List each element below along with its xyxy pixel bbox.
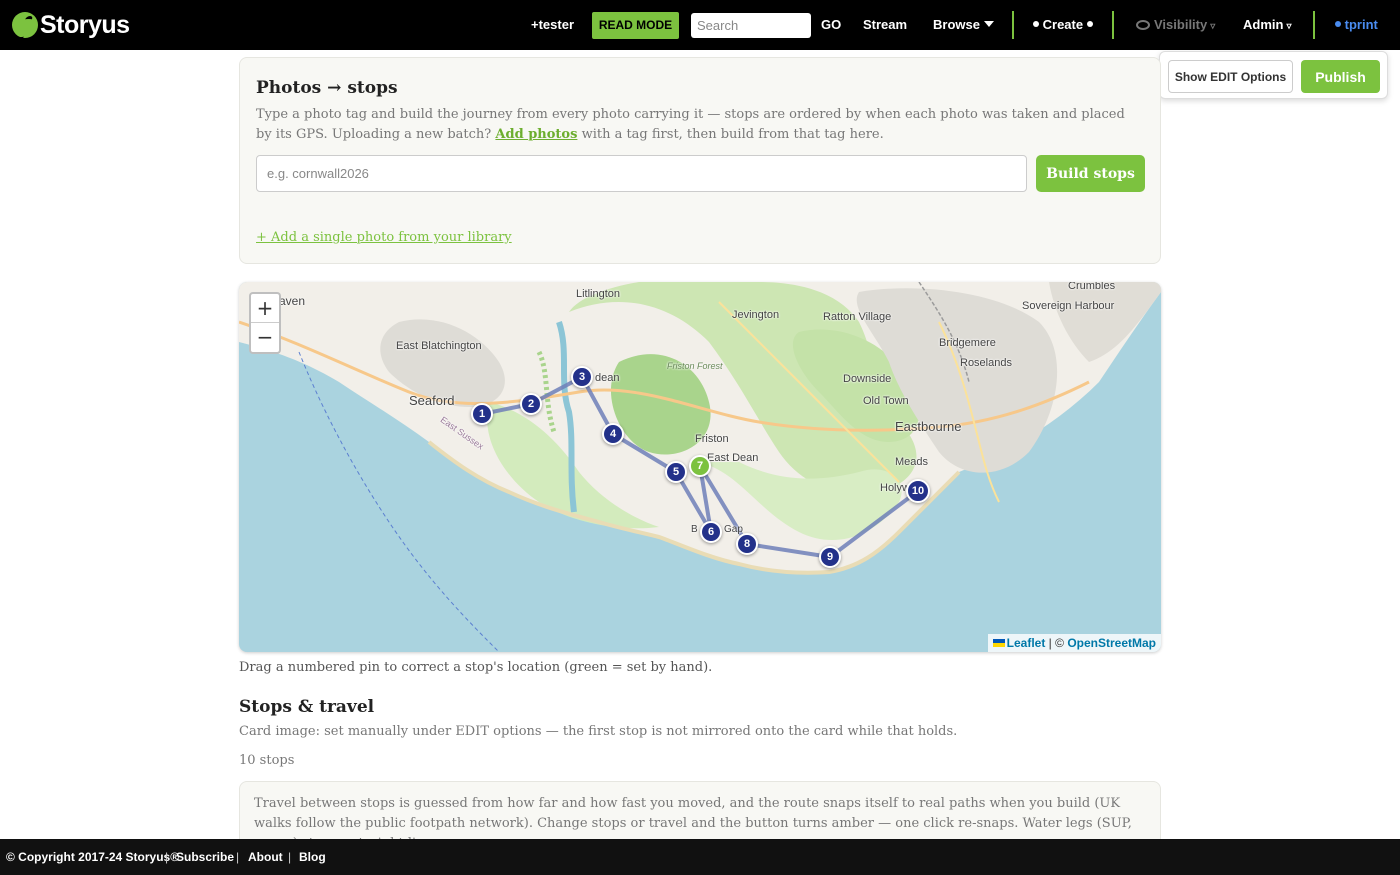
top-navbar: Storyus +tester READ MODE GO Stream Brow…	[0, 0, 1400, 50]
stop-pin[interactable]: 8	[736, 533, 758, 555]
stream-link[interactable]: Stream	[863, 0, 907, 50]
triangle-down-icon: ▿	[1286, 21, 1292, 32]
search-input[interactable]	[691, 13, 811, 38]
stop-pin[interactable]: 6	[700, 521, 722, 543]
stops-travel-title: Stops & travel	[239, 697, 375, 717]
storyus-logo[interactable]: Storyus	[12, 11, 130, 39]
show-edit-options-button[interactable]: Show EDIT Options	[1168, 60, 1293, 93]
blog-link[interactable]: Blog	[299, 839, 326, 875]
map-label-friston-forest: Friston Forest	[667, 361, 723, 371]
photos-to-stops-card: Photos → stops Type a photo tag and buil…	[239, 57, 1161, 264]
route-map[interactable]: aven Litlington Jevington Ratton Village…	[239, 282, 1161, 652]
map-label-old-town: Old Town	[863, 395, 909, 407]
map-label-birling: B	[691, 524, 698, 535]
map-label-roselands: Roselands	[960, 357, 1012, 369]
go-button[interactable]: GO	[821, 0, 841, 50]
stop-pin[interactable]: 9	[819, 546, 841, 568]
attribution-separator: | ©	[1048, 636, 1064, 650]
ukraine-flag-icon	[992, 639, 1005, 647]
map-label-meads: Meads	[895, 456, 929, 468]
admin-label: Admin	[1243, 17, 1284, 32]
openstreetmap-link[interactable]: OpenStreetMap	[1067, 636, 1156, 650]
map-label-gap: Gap	[724, 524, 743, 535]
map-label-ratton-village: Ratton Village	[823, 311, 892, 323]
add-single-photo-link[interactable]: + Add a single photo from your library	[256, 230, 512, 245]
add-photos-link[interactable]: Add photos	[495, 127, 577, 142]
map-attribution: Leaflet | © OpenStreetMap	[987, 634, 1161, 652]
triangle-down-icon: ▿	[1210, 21, 1216, 32]
photo-tag-input[interactable]	[256, 155, 1027, 192]
eye-icon	[1136, 20, 1150, 30]
nav-divider	[1012, 11, 1014, 39]
browse-label: Browse	[933, 17, 980, 32]
copyright-text: © Copyright 2017-24 Storyus®	[6, 850, 180, 864]
nav-divider	[1313, 11, 1315, 39]
stops-count: 10 stops	[239, 753, 295, 768]
nav-divider	[1112, 11, 1114, 39]
map-label-seaford: Seaford	[409, 393, 455, 408]
map-label-east-dean: East Dean	[707, 452, 759, 464]
edit-options-panel: Show EDIT Options Publish	[1159, 51, 1388, 99]
online-dot-icon	[1335, 21, 1341, 27]
map-label-downside: Downside	[843, 373, 892, 385]
logo-text: Storyus	[40, 10, 130, 39]
map-label-jevington: Jevington	[732, 309, 780, 321]
dot-icon	[1033, 21, 1039, 27]
admin-menu[interactable]: Admin ▿	[1243, 0, 1291, 50]
stop-pin[interactable]: 5	[665, 461, 687, 483]
stop-pin[interactable]: 2	[520, 393, 542, 415]
stop-pin-manual[interactable]: 7	[689, 455, 711, 477]
user-tag-link[interactable]: +tester	[531, 0, 574, 50]
map-label-dean: dean	[595, 372, 620, 384]
map-label-litlington: Litlington	[576, 288, 621, 300]
visibility-menu[interactable]: Visibility ▿	[1136, 0, 1215, 50]
stop-pin[interactable]: 3	[571, 366, 593, 388]
map-label-crumbles: Crumbles	[1068, 282, 1116, 292]
footer-separator: |	[165, 850, 169, 864]
map-label-haven: aven	[279, 294, 306, 308]
footer: © Copyright 2017-24 Storyus® | Subscribe…	[0, 839, 1400, 875]
about-link[interactable]: About	[248, 839, 283, 875]
user-label: tprint	[1344, 17, 1378, 32]
subscribe-link[interactable]: Subscribe	[176, 839, 234, 875]
map-label-east-blatchington: East Blatchington	[396, 340, 482, 352]
drag-pin-hint: Drag a numbered pin to correct a stop's …	[239, 660, 713, 675]
footer-separator: |	[288, 850, 292, 864]
leaflet-link[interactable]: Leaflet	[1007, 636, 1046, 650]
zoom-out-button[interactable]: −	[251, 323, 279, 352]
logo-leaf-icon	[12, 12, 38, 38]
chevron-down-icon	[983, 21, 994, 27]
map-label-bridgemere: Bridgemere	[939, 337, 996, 349]
build-stops-button[interactable]: Build stops	[1036, 155, 1145, 192]
stop-pin[interactable]: 4	[602, 423, 624, 445]
card-image-note: Card image: set manually under EDIT opti…	[239, 724, 958, 739]
zoom-control: + −	[249, 292, 281, 354]
stop-pin[interactable]: 1	[471, 403, 493, 425]
dot-icon	[1086, 21, 1093, 27]
map-label-sovereign-harbour: Sovereign Harbour	[1022, 300, 1115, 312]
map-label-friston: Friston	[695, 433, 729, 445]
visibility-label: Visibility	[1154, 17, 1208, 32]
photos-stops-title: Photos → stops	[256, 78, 398, 98]
user-menu[interactable]: tprint	[1335, 0, 1378, 50]
footer-separator: |	[236, 850, 240, 864]
photos-stops-description: Type a photo tag and build the journey f…	[256, 105, 1136, 144]
desc-text-2: with a tag first, then build from that t…	[581, 126, 884, 142]
read-mode-button[interactable]: READ MODE	[592, 12, 679, 39]
stop-pin[interactable]: 10	[906, 479, 930, 503]
zoom-in-button[interactable]: +	[251, 294, 279, 323]
map-label-eastbourne: Eastbourne	[895, 419, 962, 434]
create-menu[interactable]: Create	[1033, 0, 1093, 50]
create-label: Create	[1042, 17, 1084, 32]
publish-button[interactable]: Publish	[1301, 60, 1380, 93]
browse-menu[interactable]: Browse	[933, 0, 994, 50]
